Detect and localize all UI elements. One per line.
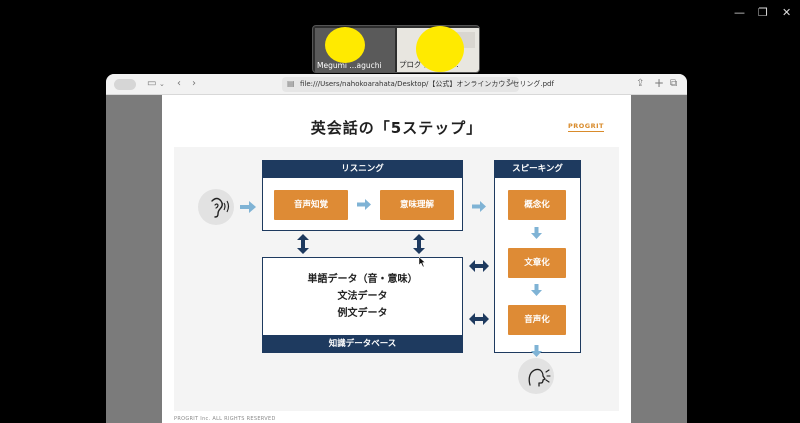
chevron-down-icon[interactable]: ⌄ xyxy=(159,78,165,90)
step-vocalization: 音声化 xyxy=(508,305,566,335)
double-arrow-vertical-icon xyxy=(413,234,425,254)
tabs-icon[interactable]: ⧉ xyxy=(670,78,677,90)
arrow-down-icon xyxy=(531,345,542,357)
knowledge-line-examples: 例文データ xyxy=(337,308,388,319)
double-arrow-horizontal-icon xyxy=(469,260,489,272)
reload-icon[interactable]: ↻ xyxy=(506,78,514,88)
speaking-header: スピーキング xyxy=(494,160,581,178)
forward-icon[interactable]: › xyxy=(192,78,196,90)
speaking-head-icon xyxy=(528,368,551,387)
slide-title: 英会話の「5ステップ」 xyxy=(310,119,483,137)
url-text: file:///Users/nahokoarahata/Desktop/【公式】… xyxy=(300,80,554,88)
step-sound-perception: 音声知覚 xyxy=(274,190,348,220)
yellow-marker xyxy=(416,26,464,72)
tab-overview-button[interactable] xyxy=(114,79,136,90)
screen: — ❐ ✕ Megumi ...aguchi プログリ...(ara... ▭ … xyxy=(0,0,800,423)
logo: PROGRIT xyxy=(568,122,604,132)
mouse-cursor-icon xyxy=(419,257,426,267)
yellow-marker xyxy=(325,27,365,63)
speaker-circle xyxy=(518,358,554,394)
browser-toolbar: ▭ ⌄ ‹ › ▤ file:///Users/nahokoarahata/De… xyxy=(106,74,687,95)
arrow-right-icon xyxy=(357,199,371,210)
double-arrow-vertical-icon xyxy=(297,234,309,254)
address-bar[interactable]: ▤ file:///Users/nahokoarahata/Desktop/【公… xyxy=(282,77,554,92)
double-arrow-horizontal-icon xyxy=(469,313,489,325)
step-meaning-comprehension: 意味理解 xyxy=(380,190,454,220)
pdf-page: 英会話の「5ステップ」 PROGRIT リスニング 音声知覚 意味理解 スピーキ… xyxy=(162,95,631,423)
share-icon[interactable]: ⇪ xyxy=(636,78,644,90)
listening-header: リスニング xyxy=(262,160,463,178)
knowledge-line-vocabulary: 単語データ（音・意味） xyxy=(307,274,418,285)
slide-footer: PROGRIT Inc. ALL RIGHTS RESERVED xyxy=(174,416,276,422)
restore-button[interactable]: ❐ xyxy=(758,6,768,19)
ear-icon xyxy=(211,197,230,218)
step-sentence-formation: 文章化 xyxy=(508,248,566,278)
knowledge-line-grammar: 文法データ xyxy=(337,291,388,302)
arrow-right-icon xyxy=(240,201,256,213)
back-icon[interactable]: ‹ xyxy=(177,78,181,90)
close-button[interactable]: ✕ xyxy=(782,6,791,19)
arrow-down-icon xyxy=(531,284,542,296)
new-tab-icon[interactable]: + xyxy=(654,77,664,89)
minimize-button[interactable]: — xyxy=(734,6,745,19)
diagram-panel: リスニング 音声知覚 意味理解 スピーキング 概念化 文章化 音声化 単語データ… xyxy=(174,147,619,411)
browser-window: ▭ ⌄ ‹ › ▤ file:///Users/nahokoarahata/De… xyxy=(106,74,687,423)
arrow-right-icon xyxy=(472,201,486,212)
step-conceptualization: 概念化 xyxy=(508,190,566,220)
knowledge-footer: 知識データベース xyxy=(262,335,463,353)
arrow-down-icon xyxy=(531,227,542,239)
sidebar-icon[interactable]: ▭ xyxy=(147,78,156,90)
document-icon: ▤ xyxy=(287,79,295,88)
ear-circle xyxy=(198,189,234,225)
